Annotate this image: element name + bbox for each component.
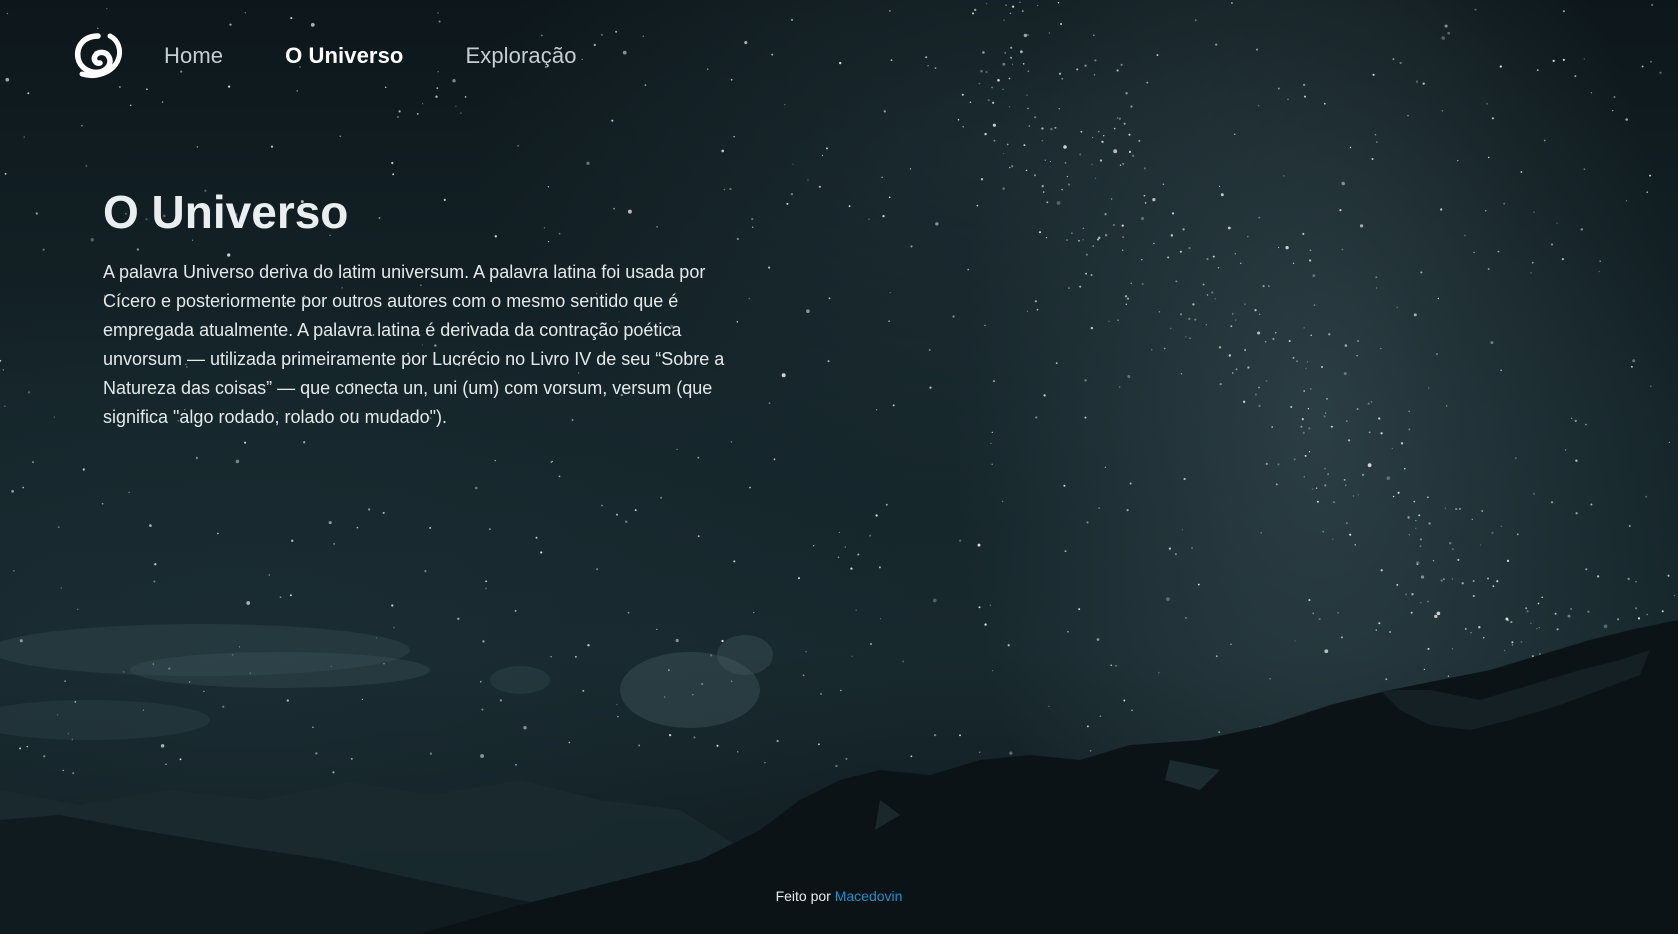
main-content: O Universo A palavra Universo deriva do … bbox=[103, 184, 743, 432]
page: Home O Universo Exploração O Universo A … bbox=[0, 0, 1678, 934]
page-title: O Universo bbox=[103, 186, 349, 238]
footer-made-by: Feito por bbox=[775, 888, 831, 904]
mountains-silhouette bbox=[0, 620, 1678, 934]
nav-link-exploracao[interactable]: Exploração bbox=[465, 43, 576, 69]
intro-paragraph: A palavra Universo deriva do latim unive… bbox=[103, 262, 725, 427]
footer-author-link[interactable]: Macedovin bbox=[835, 888, 903, 904]
top-navbar: Home O Universo Exploração bbox=[72, 30, 639, 82]
nav-link-home[interactable]: Home bbox=[164, 43, 223, 69]
nav-link-o-universo[interactable]: O Universo bbox=[285, 43, 403, 69]
footer: Feito por Macedovin bbox=[0, 888, 1678, 904]
swirl-logo-icon[interactable] bbox=[72, 30, 124, 82]
